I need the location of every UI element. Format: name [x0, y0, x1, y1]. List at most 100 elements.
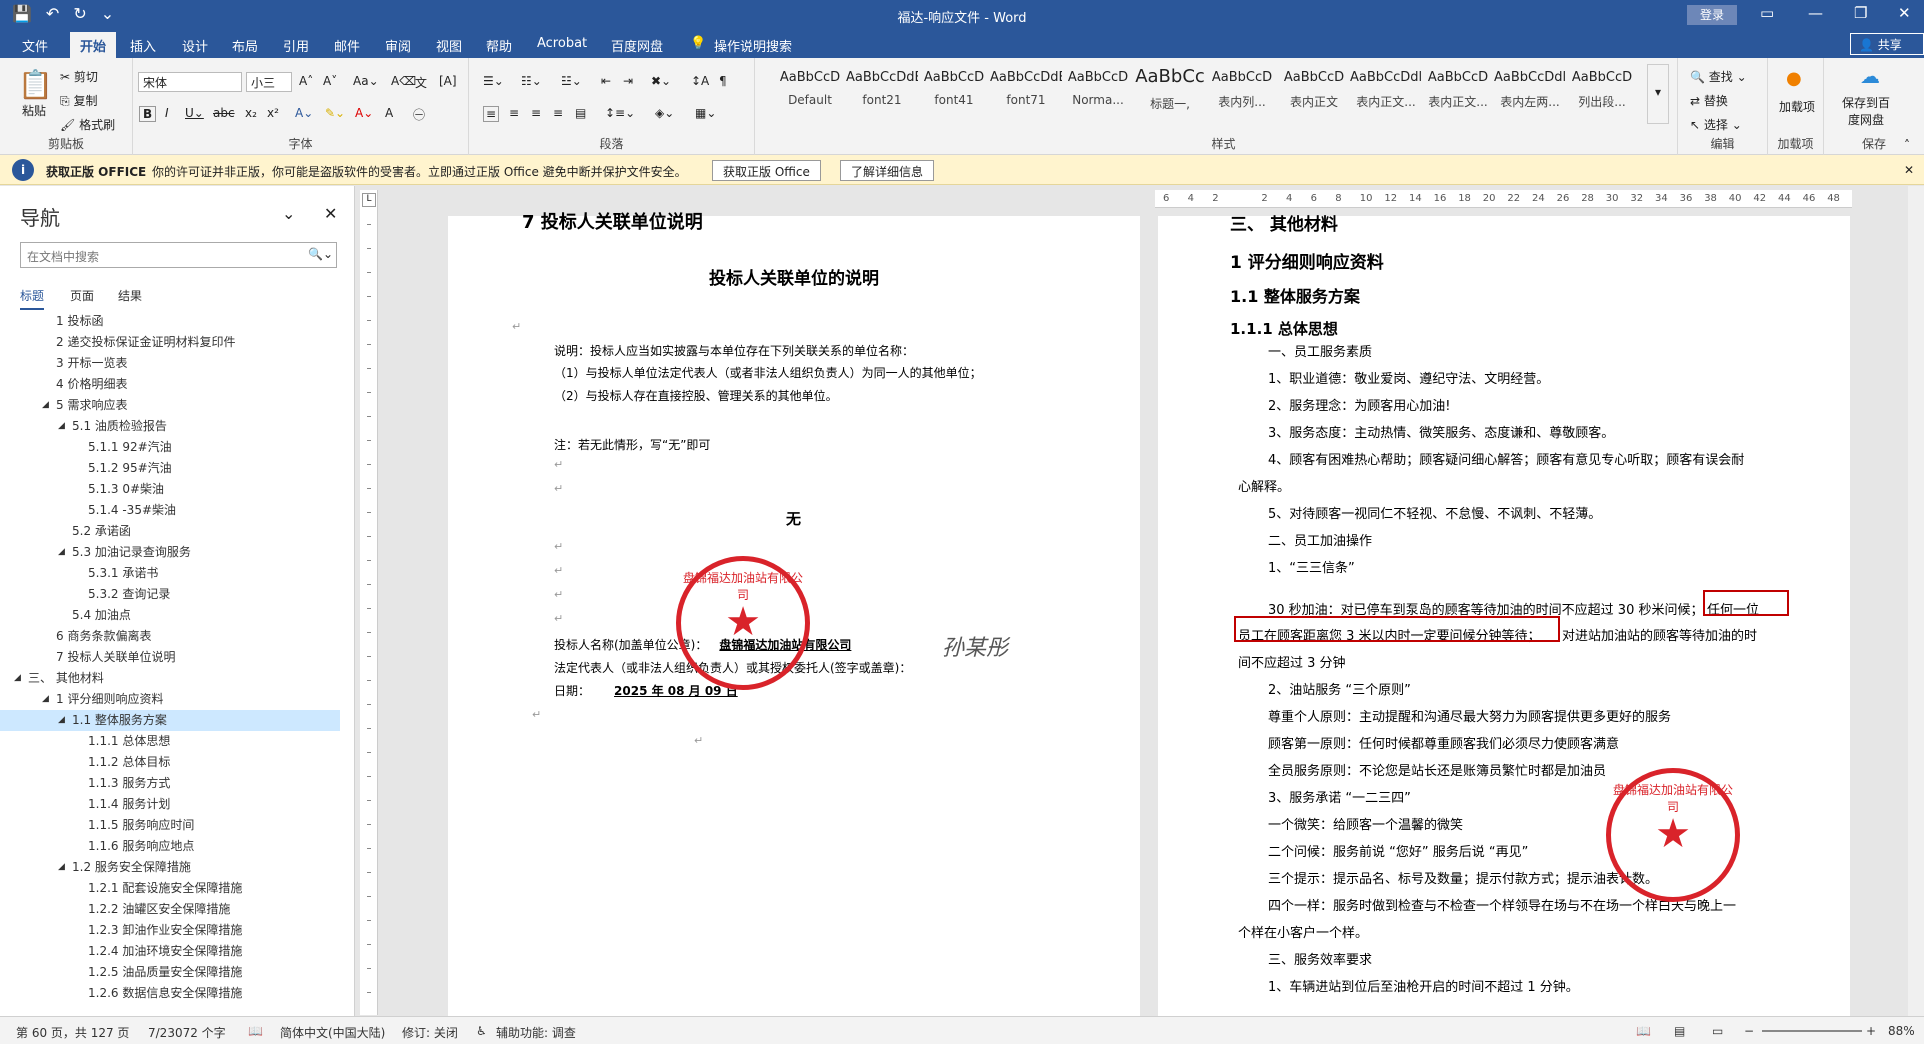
nav-heading-item[interactable]: 5.4 加油点 [0, 605, 340, 626]
font-size-select[interactable]: 小三 [246, 72, 292, 92]
learn-more-button[interactable]: 了解详细信息 [840, 160, 935, 181]
print-layout-icon[interactable]: ▤ [1674, 1024, 1685, 1038]
highlight-icon[interactable]: ✎⌄ [325, 106, 345, 120]
language-status[interactable]: 简体中文(中国大陆) [280, 1024, 385, 1041]
nav-heading-item[interactable]: 1.1.6 服务响应地点 [0, 836, 340, 857]
tab-help[interactable]: 帮助 [486, 36, 512, 55]
paste-icon[interactable]: 📋 [18, 68, 53, 101]
change-case-icon[interactable]: Aa⌄ [353, 74, 379, 88]
tell-me-search[interactable]: 操作说明搜索 [714, 36, 792, 55]
nav-heading-item[interactable]: 1.2.1 配套设施安全保障措施 [0, 878, 340, 899]
increase-indent-icon[interactable]: ⇥ [623, 74, 633, 88]
page-count[interactable]: 第 60 页，共 127 页 [16, 1024, 129, 1041]
nav-heading-item[interactable]: 5.1.3 0#柴油 [0, 479, 340, 500]
shrink-font-icon[interactable]: A˅ [323, 74, 337, 88]
nav-heading-item[interactable]: 5.1.4 -35#柴油 [0, 500, 340, 521]
track-changes-status[interactable]: 修订: 关闭 [402, 1024, 458, 1041]
style-item[interactable]: AaBbCcDdl 表内左两... [1494, 64, 1566, 124]
expand-arrow-icon[interactable]: ◢ [58, 710, 65, 731]
nav-heading-item[interactable]: ◢ 1.1 整体服务方案 [0, 710, 340, 731]
nav-heading-item[interactable]: 1.2.2 油罐区安全保障措施 [0, 899, 340, 920]
nav-heading-item[interactable]: 1.2.4 加油环境安全保障措施 [0, 941, 340, 962]
style-item[interactable]: AaBbCc 标题一, [1134, 64, 1206, 124]
clear-format-icon[interactable]: A⌫ [391, 74, 416, 88]
font-color-icon[interactable]: A⌄ [355, 106, 373, 120]
nav-heading-item[interactable]: 2 递交投标保证金证明材料复印件 [0, 332, 340, 353]
tab-references[interactable]: 引用 [283, 36, 309, 55]
nav-heading-item[interactable]: 6 商务条款偏离表 [0, 626, 340, 647]
show-marks-icon[interactable]: ¶ [719, 74, 727, 88]
zoom-out-icon[interactable]: − [1744, 1024, 1754, 1038]
zoom-in-icon[interactable]: + [1866, 1024, 1876, 1038]
expand-arrow-icon[interactable]: ◢ [42, 395, 49, 416]
phonetic-guide-icon[interactable]: 文 [415, 74, 427, 91]
numbering-icon[interactable]: ☷⌄ [521, 74, 542, 88]
nav-heading-item[interactable]: ◢ 5.1 油质检验报告 [0, 416, 340, 437]
baidu-cloud-icon[interactable]: ☁ [1860, 64, 1880, 88]
nav-heading-item[interactable]: 5.1.2 95#汽油 [0, 458, 340, 479]
expand-arrow-icon[interactable]: ◢ [14, 668, 21, 689]
nav-heading-item[interactable]: 1.1.2 总体目标 [0, 752, 340, 773]
minimize-icon[interactable]: — [1808, 4, 1823, 22]
underline-button[interactable]: U⌄ [185, 106, 204, 120]
nav-heading-item[interactable]: 1.2.6 数据信息安全保障措施 [0, 983, 340, 1004]
nav-heading-item[interactable]: 4 价格明细表 [0, 374, 340, 395]
nav-heading-item[interactable]: 3 开标一览表 [0, 353, 340, 374]
accessibility-status[interactable]: 辅助功能: 调查 [496, 1024, 576, 1041]
nav-tab-results[interactable]: 结果 [118, 287, 142, 304]
nav-heading-item[interactable]: 1.1.4 服务计划 [0, 794, 340, 815]
share-button[interactable]: 👤 共享 ⌄ [1850, 33, 1924, 67]
expand-arrow-icon[interactable]: ◢ [42, 689, 49, 710]
nav-heading-item[interactable]: 1.2.3 卸油作业安全保障措施 [0, 920, 340, 941]
tab-review[interactable]: 审阅 [385, 36, 411, 55]
style-item[interactable]: AaBbCcD 表内列... [1206, 64, 1278, 124]
strikethrough-button[interactable]: abc [213, 106, 235, 120]
tab-selector-icon[interactable]: L [362, 193, 376, 207]
nav-heading-item[interactable]: 7 投标人关联单位说明 [0, 647, 340, 668]
styles-more-icon[interactable]: ▾ [1647, 64, 1669, 124]
nav-heading-item[interactable]: 5.2 承诺函 [0, 521, 340, 542]
document-page-right[interactable]: 三、 其他材料 1 评分细则响应资料 1.1 整体服务方案 1.1.1 总体思想… [1158, 215, 1850, 1016]
tab-design[interactable]: 设计 [182, 36, 208, 55]
zoom-level[interactable]: 88% [1888, 1024, 1915, 1038]
font-family-select[interactable]: 宋体 [138, 72, 242, 92]
nav-heading-item[interactable]: 1.1.5 服务响应时间 [0, 815, 340, 836]
format-painter-button[interactable]: 🖌 格式刷 [60, 116, 115, 133]
accessibility-icon[interactable]: ♿ [476, 1024, 487, 1038]
nav-heading-item[interactable]: 1 投标函 [0, 311, 340, 332]
ribbon-display-icon[interactable]: ▭ [1760, 4, 1774, 22]
tab-view[interactable]: 视图 [436, 36, 462, 55]
proofing-icon[interactable]: 📖 [248, 1024, 263, 1038]
nav-heading-item[interactable]: ◢ 1.2 服务安全保障措施 [0, 857, 340, 878]
char-shading-icon[interactable]: A [385, 106, 393, 120]
nav-heading-item[interactable]: 1.1.1 总体思想 [0, 731, 340, 752]
close-message-icon[interactable]: ✕ [1904, 163, 1914, 177]
nav-tab-headings[interactable]: 标题 [20, 287, 45, 310]
align-right-icon[interactable]: ≡ [531, 106, 541, 120]
addins-button[interactable]: 加载项 [1778, 98, 1816, 115]
web-layout-icon[interactable]: ▭ [1712, 1024, 1723, 1038]
nav-heading-item[interactable]: 1.2.5 油品质量安全保障措施 [0, 962, 340, 983]
style-item[interactable]: AaBbCcD 表内正文 [1278, 64, 1350, 124]
nav-heading-item[interactable]: 1.1.3 服务方式 [0, 773, 340, 794]
align-center-icon[interactable]: ≡ [509, 106, 519, 120]
nav-heading-item[interactable]: ◢ 1 评分细则响应资料 [0, 689, 340, 710]
style-item[interactable]: AaBbCcD font41 [918, 64, 990, 124]
distributed-icon[interactable]: ▤ [575, 106, 586, 120]
justify-icon[interactable]: ≡ [553, 106, 563, 120]
tab-acrobat[interactable]: Acrobat [537, 36, 587, 51]
style-item[interactable]: AaBbCcDdl 表内正文... [1350, 64, 1422, 124]
shading-icon[interactable]: ◈⌄ [655, 106, 674, 120]
expand-arrow-icon[interactable]: ◢ [58, 542, 65, 563]
multilevel-list-icon[interactable]: ☳⌄ [561, 74, 582, 88]
tab-insert[interactable]: 插入 [130, 36, 156, 55]
nav-options-icon[interactable]: ⌄ [282, 204, 295, 223]
style-item[interactable]: AaBbCcD Norma... [1062, 64, 1134, 124]
paste-button[interactable]: 粘贴 [22, 102, 46, 119]
tab-mailings[interactable]: 邮件 [334, 36, 360, 55]
tab-baidu-netdisk[interactable]: 百度网盘 [611, 36, 663, 55]
borders-icon[interactable]: ▦⌄ [695, 106, 716, 120]
enclose-char-icon[interactable]: ㊀ [413, 106, 425, 123]
italic-button[interactable]: I [165, 106, 169, 120]
style-item[interactable]: AaBbCcDdE font21 [846, 64, 918, 124]
